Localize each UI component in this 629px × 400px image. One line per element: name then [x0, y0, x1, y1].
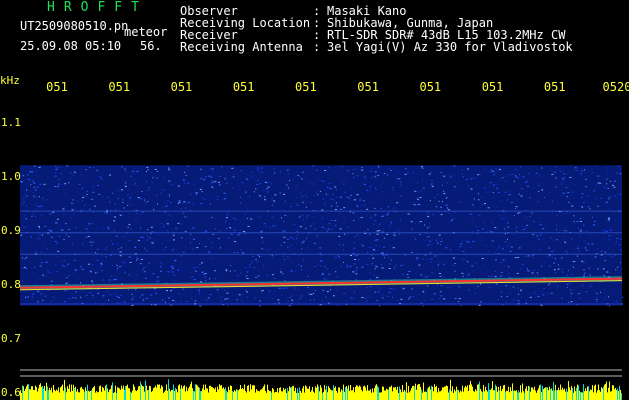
spectrogram: 1.1 1.0 0.9 0.8 0.7 0.6 051 051 051 051 051 051 051 0…: [1, 80, 629, 400]
x-tick-label: 051: [295, 80, 317, 94]
x-tick-label: 051: [544, 80, 566, 94]
x-tick-label: 051: [108, 80, 130, 94]
x-tick-label: 051: [171, 80, 193, 94]
x-tick-label: 051: [357, 80, 379, 94]
y-tick-label: 1.1: [1, 116, 21, 129]
x-tick-label: 051: [46, 80, 68, 94]
y-tick-label: 0.9: [1, 224, 21, 237]
x-tick-label: 051: [419, 80, 441, 94]
y-tick-label: 0.6: [1, 386, 21, 399]
x-tick-label: 051: [482, 80, 504, 94]
amplitude-histogram: [20, 379, 622, 400]
x-tick-label: 051: [233, 80, 255, 94]
y-tick-label: 0.8: [1, 278, 21, 291]
x-tick-label: 0520: [603, 80, 629, 94]
y-tick-label: 1.0: [1, 170, 21, 183]
y-tick-label: 0.7: [1, 332, 21, 345]
